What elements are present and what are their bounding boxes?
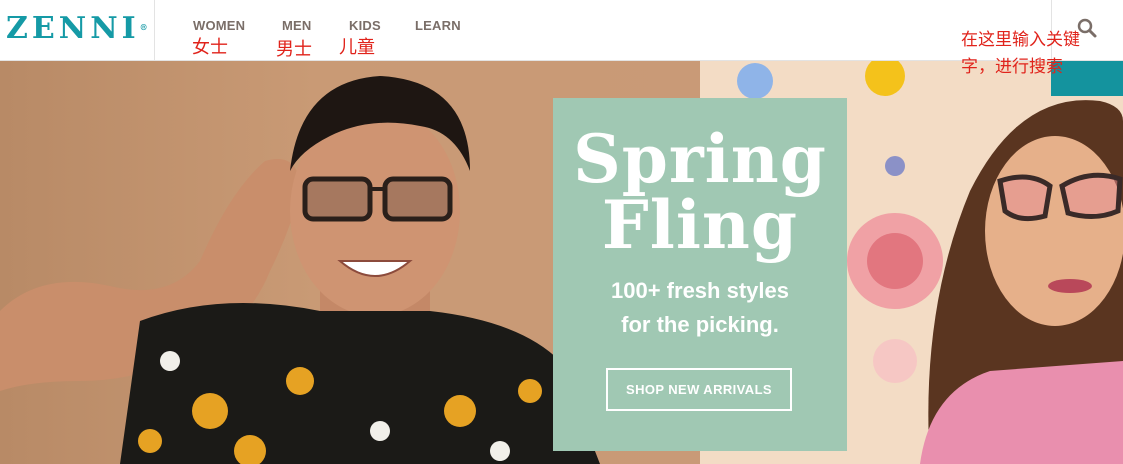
promo-title: Spring Fling [573, 120, 827, 264]
nav-learn[interactable]: LEARN [415, 18, 461, 33]
annotation-women: 女士 [192, 37, 228, 58]
annotation-men: 男士 [276, 39, 312, 60]
nav-men[interactable]: MEN [282, 18, 312, 33]
nav-women[interactable]: WOMEN [193, 18, 245, 33]
hero-banner[interactable]: Spring Fling 100+ fresh styles for the p… [0, 61, 1123, 464]
annotation-search: 在这里输入关键字，进行搜索 [961, 30, 1080, 77]
shop-new-arrivals-button[interactable]: SHOP NEW ARRIVALS [606, 368, 792, 411]
site-header: ZENNI® WOMEN MEN KIDS LEARN 女士 男士 儿童 [0, 0, 1123, 61]
promo-subtitle: 100+ fresh styles for the picking. [611, 278, 789, 337]
zenni-logo[interactable]: ZENNI® [6, 13, 148, 45]
promo-card[interactable]: Spring Fling 100+ fresh styles for the p… [553, 98, 847, 451]
annotation-kids: 儿童 [339, 37, 375, 58]
nav-kids[interactable]: KIDS [349, 18, 381, 33]
logo-container[interactable]: ZENNI® [0, 0, 155, 60]
